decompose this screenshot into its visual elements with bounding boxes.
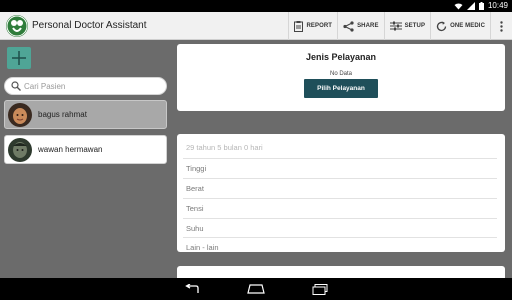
- home-button[interactable]: [244, 282, 268, 296]
- avatar: [8, 137, 32, 162]
- search-icon: [11, 81, 21, 91]
- overflow-menu-button[interactable]: [490, 12, 512, 40]
- report-icon: [294, 20, 304, 32]
- share-icon: [343, 20, 354, 32]
- more-vert-icon: [500, 20, 503, 32]
- back-icon: [185, 284, 199, 293]
- age-text: 29 tahun 5 bulan 0 hari: [186, 143, 263, 152]
- signal-icon: [466, 2, 475, 10]
- battery-icon: [478, 2, 484, 10]
- report-label: REPORT: [306, 23, 333, 29]
- service-title: Jenis Pelayanan: [305, 52, 377, 62]
- recent-apps-button[interactable]: [308, 282, 332, 296]
- recent-apps-icon: [312, 283, 328, 295]
- avatar: [8, 102, 32, 127]
- app-logo-icon[interactable]: [6, 15, 28, 37]
- clock: 10:49: [487, 1, 508, 10]
- service-status: No Data: [329, 71, 352, 77]
- home-icon: [247, 284, 265, 294]
- one-medic-label: ONE MEDIC: [450, 23, 485, 29]
- vitals-card: 29 tahun 5 bulan 0 hari Tinggi Berat Ten…: [177, 134, 505, 252]
- patient-name: bagus rahmat: [38, 110, 87, 119]
- weight-field[interactable]: Berat: [183, 178, 497, 198]
- action-buttons: REPORT SHARE SETUP ONE MEDIC: [288, 12, 512, 40]
- bottom-card: [177, 266, 505, 278]
- report-button[interactable]: REPORT: [288, 12, 337, 40]
- other-field[interactable]: Lain - lain: [183, 237, 497, 257]
- back-button[interactable]: [180, 282, 204, 296]
- share-button[interactable]: SHARE: [337, 12, 384, 40]
- setup-icon: [389, 21, 402, 31]
- search-input[interactable]: [24, 79, 162, 93]
- setup-label: SETUP: [404, 23, 426, 29]
- patient-item[interactable]: wawan hermawan: [4, 135, 167, 164]
- patient-name: wawan hermawan: [38, 145, 103, 154]
- plus-icon: [12, 51, 26, 65]
- service-card: Jenis Pelayanan No Data Pilih Pelayanan: [177, 44, 505, 111]
- add-patient-button[interactable]: [7, 47, 31, 69]
- setup-button[interactable]: SETUP: [383, 12, 431, 40]
- action-bar: Personal Doctor Assistant REPORT SHARE S…: [0, 12, 512, 40]
- share-label: SHARE: [357, 23, 379, 29]
- patient-item[interactable]: bagus rahmat: [4, 100, 167, 129]
- choose-service-button[interactable]: Pilih Pelayanan: [304, 79, 378, 98]
- app-title: Personal Doctor Assistant: [32, 20, 147, 31]
- search-box: [4, 77, 167, 95]
- temperature-field[interactable]: Suhu: [183, 218, 497, 238]
- one-medic-button[interactable]: ONE MEDIC: [430, 12, 490, 40]
- navigation-bar: [0, 278, 512, 300]
- status-icons: 10:49: [454, 0, 508, 12]
- sync-icon: [436, 21, 447, 31]
- wifi-icon: [454, 3, 463, 10]
- blood-pressure-field[interactable]: Tensi: [183, 198, 497, 218]
- status-bar: 10:49: [0, 0, 512, 12]
- height-field[interactable]: Tinggi: [183, 158, 497, 178]
